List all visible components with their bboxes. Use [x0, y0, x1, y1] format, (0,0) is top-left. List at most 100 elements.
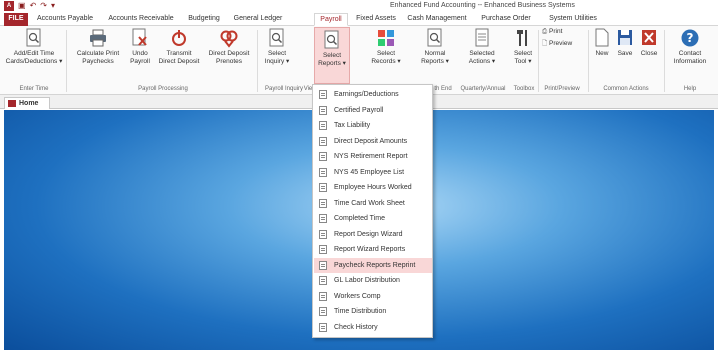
preview-button[interactable]: 🗋 Preview: [542, 40, 584, 48]
normal-reports-button[interactable]: Normal Reports ▾: [420, 28, 450, 66]
group-separator: [538, 30, 539, 92]
group-separator: [588, 30, 589, 92]
menu-item-earnings-deductions[interactable]: Earnings/Deductions: [314, 87, 432, 103]
redo-icon[interactable]: ↷: [40, 1, 47, 11]
menu-item-time-distribution[interactable]: Time Distribution: [314, 304, 432, 320]
report-icon: [319, 214, 327, 223]
print-button[interactable]: ⎙ Print: [542, 28, 582, 36]
report-icon: [319, 245, 327, 254]
magnifier-document-icon: [26, 28, 41, 47]
select-inquiry-button[interactable]: Select Inquiry ▾: [262, 28, 292, 66]
menu-item-label: Earnings/Deductions: [334, 91, 399, 98]
menu-item-time-card-work-sheet[interactable]: Time Card Work Sheet: [314, 196, 432, 212]
select-reports-menu: Earnings/Deductions Certified Payroll Ta…: [312, 84, 433, 338]
print-label: Print: [549, 28, 563, 35]
add-edit-time-cards-button[interactable]: Add/Edit Time Cards/Deductions ▾: [4, 28, 64, 66]
menu-item-label: Completed Time: [334, 215, 385, 222]
add-edit-label-2: Cards/Deductions ▾: [5, 58, 63, 65]
tab-accounts-receivable[interactable]: Accounts Receivable: [104, 13, 178, 26]
tab-system-utilities[interactable]: System Utilities: [544, 13, 602, 26]
report-icon: [319, 229, 327, 239]
contact-information-button[interactable]: ? Contact Information: [668, 28, 712, 66]
tab-fixed-assets[interactable]: Fixed Assets: [354, 13, 398, 26]
menu-item-label: Paycheck Reports Reprint: [334, 261, 416, 269]
undo-payroll-button[interactable]: Undo Payroll: [128, 28, 152, 66]
save-button[interactable]: Save: [615, 28, 635, 58]
ribbon-tabs: FILE Accounts Payable Accounts Receivabl…: [0, 12, 718, 26]
direct-deposit-prenotes-button[interactable]: Direct Deposit Prenotes: [204, 28, 254, 66]
group-label-toolbox: Toolbox: [513, 86, 535, 92]
prenotes-label-1: Direct Deposit: [208, 50, 250, 57]
menu-item-employee-hours-worked[interactable]: Employee Hours Worked: [314, 180, 432, 196]
tab-home[interactable]: Home: [4, 97, 50, 109]
report-icon: [319, 291, 327, 301]
report-icon: [319, 198, 327, 208]
close-icon: [642, 30, 656, 45]
report-icon: [319, 183, 327, 192]
menu-item-label: Time Distribution: [334, 308, 387, 315]
report-icon: [319, 105, 327, 115]
save-icon[interactable]: ▣: [18, 1, 26, 11]
preview-icon: 🗋: [542, 40, 548, 47]
link-icon: [220, 30, 238, 48]
menu-item-certified-payroll[interactable]: Certified Payroll: [314, 103, 432, 119]
group-separator: [664, 30, 665, 92]
menu-item-label: NYS Retirement Report: [334, 153, 408, 160]
menu-item-label: GL Labor Distribution: [334, 277, 400, 284]
printer-icon: [90, 29, 106, 47]
menu-item-label: Direct Deposit Amounts: [334, 137, 408, 145]
save-label: Save: [617, 50, 633, 57]
tab-accounts-payable[interactable]: Accounts Payable: [32, 13, 98, 26]
menu-item-completed-time[interactable]: Completed Time: [314, 211, 432, 227]
tab-general-ledger[interactable]: General Ledger: [229, 13, 287, 26]
close-button[interactable]: Close: [638, 28, 660, 58]
undo-payroll-label-2: Payroll: [130, 58, 150, 65]
menu-item-nys-45-employee-list[interactable]: NYS 45 Employee List: [314, 165, 432, 181]
tools-icon: [517, 30, 527, 46]
select-tool-button[interactable]: Select Tool ▾: [510, 28, 536, 66]
menu-item-nys-retirement-report[interactable]: NYS Retirement Report: [314, 149, 432, 165]
tab-budgeting[interactable]: Budgeting: [185, 13, 223, 26]
report-icon: [319, 322, 327, 332]
selected-actions-button[interactable]: Selected Actions ▾: [464, 28, 500, 66]
menu-item-gl-labor-distribution[interactable]: GL Labor Distribution: [314, 273, 432, 289]
menu-item-report-wizard-reports[interactable]: Report Wizard Reports: [314, 242, 432, 258]
menu-item-label: Report Wizard Reports: [334, 246, 406, 253]
home-tab-icon: [8, 100, 16, 107]
menu-item-direct-deposit-amounts[interactable]: Direct Deposit Amounts: [314, 134, 432, 150]
menu-item-label: Time Card Work Sheet: [334, 199, 405, 207]
new-document-icon: [595, 28, 609, 47]
tab-purchase-order[interactable]: Purchase Order: [476, 13, 536, 26]
prenotes-label-2: Prenotes: [215, 58, 243, 65]
tab-cash-management[interactable]: Cash Management: [405, 13, 469, 26]
select-reports-button[interactable]: Select Reports ▾: [314, 27, 350, 84]
select-records-button[interactable]: Select Records ▾: [368, 28, 404, 66]
menu-item-tax-liability[interactable]: Tax Liability: [314, 118, 432, 134]
group-label-help: Help: [683, 86, 697, 92]
new-button[interactable]: New: [592, 28, 612, 58]
transmit-direct-deposit-button[interactable]: Transmit Direct Deposit: [156, 28, 202, 66]
menu-item-label: Certified Payroll: [334, 106, 384, 114]
transmit-label-2: Direct Deposit: [158, 58, 200, 65]
menu-item-paycheck-reports-reprint[interactable]: Paycheck Reports Reprint: [314, 257, 432, 273]
menu-item-workers-comp[interactable]: Workers Comp: [314, 289, 432, 305]
tab-payroll[interactable]: Payroll: [314, 13, 348, 26]
menu-item-check-history[interactable]: Check History: [314, 320, 432, 336]
menu-item-label: Tax Liability: [334, 122, 371, 129]
group-label-payroll-processing: Payroll Processing: [138, 86, 188, 92]
undo-icon[interactable]: ↶: [30, 1, 37, 11]
customize-qat-icon[interactable]: ▾: [51, 1, 55, 11]
magnifier-document-icon: [427, 28, 442, 47]
calculate-print-paychecks-button[interactable]: Calculate Print Paychecks: [72, 28, 124, 66]
select-records-label-2: Records ▾: [371, 58, 401, 65]
menu-item-report-design-wizard[interactable]: Report Design Wizard: [314, 227, 432, 243]
group-label-print-preview: Print/Preview: [544, 86, 580, 92]
selected-actions-label-2: Actions ▾: [468, 58, 496, 65]
group-separator: [257, 30, 258, 92]
group-label-enter-time: Enter Time: [19, 86, 49, 92]
transmit-label-1: Transmit: [166, 50, 192, 57]
menu-item-label: Workers Comp: [334, 292, 381, 300]
tab-file[interactable]: FILE: [4, 13, 28, 26]
report-icon: [319, 260, 327, 270]
close-label: Close: [640, 50, 658, 57]
